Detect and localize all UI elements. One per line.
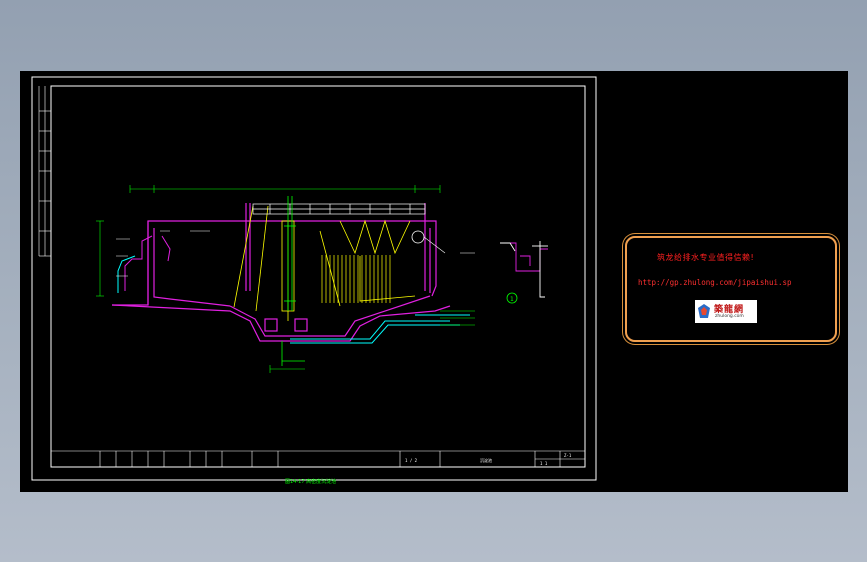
detail-marker: 1 bbox=[510, 296, 514, 303]
watermark-url[interactable]: http://gp.zhulong.com/jipaishui.sp bbox=[638, 278, 792, 287]
outer-frame bbox=[31, 76, 597, 481]
title-drawing-name: 沉淀池 bbox=[480, 457, 492, 463]
revision-strip bbox=[38, 86, 51, 257]
cad-canvas: 1 / 2 沉淀池 Z-1 1 1 1 图14-17 高密度沉淀池 筑龙给排水专… bbox=[20, 71, 848, 492]
watermark-title: 筑龙给排水专业值得信赖! bbox=[657, 253, 755, 262]
title-field-b: 1 1 bbox=[540, 461, 548, 466]
bottom-level-marker bbox=[269, 365, 305, 373]
outlet-pipes bbox=[290, 314, 470, 344]
title-fraction: 1 / 2 bbox=[405, 458, 418, 463]
detail-callout bbox=[411, 230, 425, 244]
title-field-a: Z-1 bbox=[564, 453, 572, 458]
detail-1 bbox=[500, 241, 548, 298]
tank-structure bbox=[111, 203, 451, 342]
inlet-pipe bbox=[117, 235, 171, 293]
watermark-box: 筑龙给排水专业值得信赖! http://gp.zhulong.com/jipai… bbox=[625, 236, 837, 342]
walkway-handrail bbox=[252, 203, 426, 215]
drawing-caption: 图14-17 高密度沉淀池 bbox=[285, 478, 336, 485]
lamella-settler bbox=[321, 255, 391, 303]
logo-mark-icon bbox=[698, 304, 710, 318]
tank-internals bbox=[233, 205, 416, 321]
logo-domain: zhulong.com bbox=[715, 314, 744, 319]
inner-border bbox=[50, 85, 586, 468]
outlet-labels bbox=[440, 310, 475, 326]
watermark-logo: 築龍網 zhulong.com bbox=[695, 300, 757, 323]
title-block bbox=[51, 450, 585, 467]
annotation-marks bbox=[116, 230, 475, 277]
